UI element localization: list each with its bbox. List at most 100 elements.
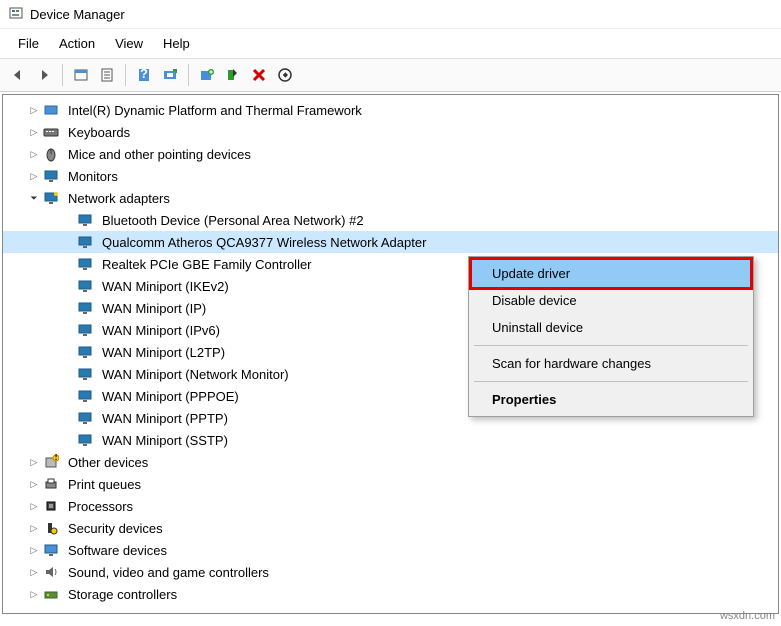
node-label: Print queues — [65, 476, 144, 493]
network-adapter-icon — [77, 366, 93, 382]
tree-node-mice[interactable]: ▷ Mice and other pointing devices — [3, 143, 778, 165]
disable-button[interactable] — [247, 63, 271, 87]
expand-icon[interactable]: ▷ — [27, 499, 41, 513]
scan-button[interactable] — [158, 63, 182, 87]
toolbar-separator — [62, 64, 63, 86]
storage-icon — [43, 586, 59, 602]
network-adapter-icon — [77, 256, 93, 272]
expand-icon[interactable]: ▷ — [27, 147, 41, 161]
expand-icon[interactable]: ▷ — [27, 169, 41, 183]
expand-icon[interactable]: ▷ — [27, 455, 41, 469]
tree-node-storage[interactable]: ▷ Storage controllers — [3, 583, 778, 605]
tree-node-print-queues[interactable]: ▷ Print queues — [3, 473, 778, 495]
network-adapter-icon — [77, 388, 93, 404]
processor-icon — [43, 498, 59, 514]
tree-node-sound[interactable]: ▷ Sound, video and game controllers — [3, 561, 778, 583]
context-separator — [474, 381, 748, 382]
toolbar: ? — [0, 58, 781, 92]
network-adapter-icon — [77, 410, 93, 426]
node-label: Other devices — [65, 454, 151, 471]
context-scan-hardware[interactable]: Scan for hardware changes — [472, 350, 750, 377]
tree-node-qualcomm[interactable]: Qualcomm Atheros QCA9377 Wireless Networ… — [3, 231, 778, 253]
network-adapter-icon — [77, 300, 93, 316]
node-label: Monitors — [65, 168, 121, 185]
app-icon — [8, 6, 24, 22]
network-adapter-icon — [77, 234, 93, 250]
collapse-icon[interactable]: ⏷ — [27, 191, 41, 205]
window-title: Device Manager — [30, 7, 125, 22]
node-label: Intel(R) Dynamic Platform and Thermal Fr… — [65, 102, 365, 119]
forward-button[interactable] — [32, 63, 56, 87]
node-label: WAN Miniport (IKEv2) — [99, 278, 232, 295]
other-device-icon: ! — [43, 454, 59, 470]
printer-icon — [43, 476, 59, 492]
back-button[interactable] — [6, 63, 30, 87]
node-label: WAN Miniport (SSTP) — [99, 432, 231, 449]
node-label: WAN Miniport (L2TP) — [99, 344, 228, 361]
sound-icon — [43, 564, 59, 580]
mouse-icon — [43, 146, 59, 162]
node-label: Storage controllers — [65, 586, 180, 603]
uninstall-button[interactable] — [221, 63, 245, 87]
node-label: Mice and other pointing devices — [65, 146, 254, 163]
watermark: wsxdn.com — [720, 610, 775, 622]
menu-action[interactable]: Action — [49, 33, 105, 54]
tree-node-other-devices[interactable]: ▷ ! Other devices — [3, 451, 778, 473]
network-adapter-icon — [77, 322, 93, 338]
properties-button[interactable] — [95, 63, 119, 87]
expand-icon[interactable]: ▷ — [27, 543, 41, 557]
expand-icon[interactable]: ▷ — [27, 565, 41, 579]
context-update-driver[interactable]: Update driver — [469, 257, 753, 290]
network-adapter-icon — [77, 344, 93, 360]
menu-help[interactable]: Help — [153, 33, 200, 54]
context-separator — [474, 345, 748, 346]
context-menu: Update driver Disable device Uninstall d… — [468, 256, 754, 417]
node-label: WAN Miniport (Network Monitor) — [99, 366, 292, 383]
expand-icon[interactable]: ▷ — [27, 587, 41, 601]
node-label: Realtek PCIe GBE Family Controller — [99, 256, 315, 273]
network-adapter-icon — [77, 278, 93, 294]
node-label: WAN Miniport (IPv6) — [99, 322, 223, 339]
node-label: Sound, video and game controllers — [65, 564, 272, 581]
expand-icon[interactable]: ▷ — [27, 521, 41, 535]
show-hidden-button[interactable] — [69, 63, 93, 87]
tree-node-processors[interactable]: ▷ Processors — [3, 495, 778, 517]
node-label: Network adapters — [65, 190, 173, 207]
network-icon — [43, 190, 59, 206]
help-button[interactable]: ? — [132, 63, 156, 87]
titlebar: Device Manager — [0, 0, 781, 29]
tree-node-keyboards[interactable]: ▷ Keyboards — [3, 121, 778, 143]
svg-text:?: ? — [140, 67, 148, 81]
tree-node-security-devices[interactable]: ▷ Security devices — [3, 517, 778, 539]
context-disable-device[interactable]: Disable device — [472, 287, 750, 314]
tree-node-software-devices[interactable]: ▷ Software devices — [3, 539, 778, 561]
context-properties[interactable]: Properties — [472, 386, 750, 413]
menu-file[interactable]: File — [8, 33, 49, 54]
device-icon — [43, 102, 59, 118]
keyboard-icon — [43, 124, 59, 140]
tree-node-wan-sstp[interactable]: WAN Miniport (SSTP) — [3, 429, 778, 451]
tree-node-monitors[interactable]: ▷ Monitors — [3, 165, 778, 187]
node-label: WAN Miniport (PPPOE) — [99, 388, 242, 405]
software-icon — [43, 542, 59, 558]
svg-text:!: ! — [54, 454, 58, 463]
security-icon — [43, 520, 59, 536]
network-adapter-icon — [77, 212, 93, 228]
expand-icon[interactable]: ▷ — [27, 125, 41, 139]
toolbar-separator — [188, 64, 189, 86]
node-label: Security devices — [65, 520, 166, 537]
enable-button[interactable] — [273, 63, 297, 87]
menu-view[interactable]: View — [105, 33, 153, 54]
context-uninstall-device[interactable]: Uninstall device — [472, 314, 750, 341]
node-label: Qualcomm Atheros QCA9377 Wireless Networ… — [99, 234, 429, 251]
expand-icon[interactable]: ▷ — [27, 103, 41, 117]
monitor-icon — [43, 168, 59, 184]
node-label: Bluetooth Device (Personal Area Network)… — [99, 212, 367, 229]
node-label: WAN Miniport (PPTP) — [99, 410, 231, 427]
expand-icon[interactable]: ▷ — [27, 477, 41, 491]
tree-node-bluetooth[interactable]: Bluetooth Device (Personal Area Network)… — [3, 209, 778, 231]
tree-node-network-adapters[interactable]: ⏷ Network adapters — [3, 187, 778, 209]
tree-node-intel-platform[interactable]: ▷ Intel(R) Dynamic Platform and Thermal … — [3, 99, 778, 121]
update-driver-button[interactable] — [195, 63, 219, 87]
toolbar-separator — [125, 64, 126, 86]
